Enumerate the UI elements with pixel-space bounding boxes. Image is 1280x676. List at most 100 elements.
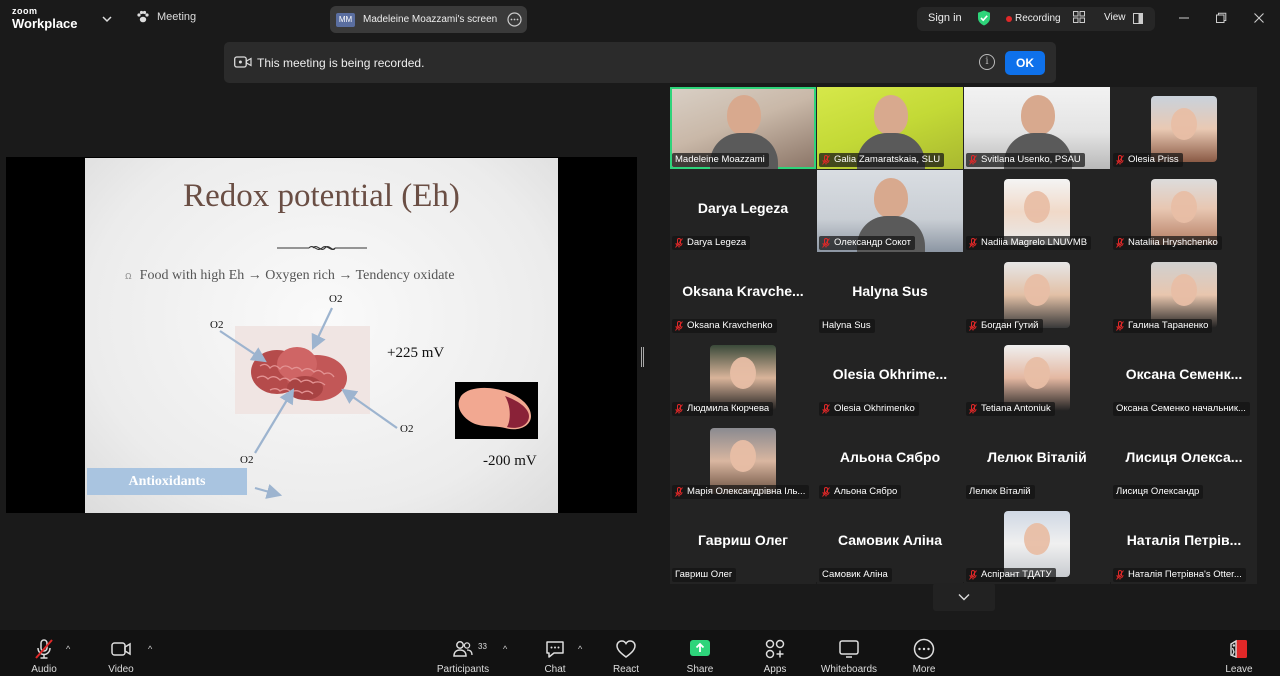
participant-name-label: Darya Legeza: [672, 236, 751, 250]
meeting-menu-button[interactable]: Meeting: [136, 10, 196, 24]
participant-tile[interactable]: Halyna Sus Halyna Sus: [817, 253, 963, 335]
participant-name: Марія Олександрівна Іль...: [687, 486, 806, 497]
mic-muted-icon: [969, 238, 977, 248]
participant-tile[interactable]: Tetiana Antoniuk: [964, 336, 1110, 418]
participant-tile[interactable]: Olesia Priss: [1111, 87, 1257, 169]
participant-tile[interactable]: Галина Тараненко: [1111, 253, 1257, 335]
chevron-down-icon[interactable]: [102, 15, 112, 23]
shield-check-icon[interactable]: [977, 10, 991, 26]
participant-tile[interactable]: Nadiia Magrelo LNUVMB: [964, 170, 1110, 252]
participant-tile[interactable]: Наталія Петрів... Наталія Петрівна's Otte…: [1111, 502, 1257, 584]
leave-button[interactable]: Leave: [1209, 638, 1269, 675]
more-label: More: [912, 664, 936, 675]
participant-tile[interactable]: Гавриш Олег Гавриш Олег: [670, 502, 816, 584]
participant-tile[interactable]: Madeleine Moazzami: [670, 87, 816, 169]
participant-name: Oksana Kravchenko: [687, 320, 773, 331]
participant-tile[interactable]: Оксана Семенк... Оксана Семенко начальник…: [1111, 336, 1257, 418]
participant-tile[interactable]: Oksana Kravche... Oksana Kravchenko: [670, 253, 816, 335]
sign-in-button[interactable]: Sign in: [928, 12, 962, 24]
avatar-face: [730, 357, 756, 389]
whiteboards-button[interactable]: Whiteboards: [815, 638, 883, 675]
participant-name: Гавриш Олег: [675, 569, 733, 580]
participant-name: Nadiia Magrelo LNUVMB: [981, 237, 1088, 248]
participant-name-label: Galia Zamaratskaia, SLU: [819, 153, 945, 167]
participant-tile[interactable]: Людмила Кюрчева: [670, 336, 816, 418]
participant-name-label: Лелюк Віталій: [966, 485, 1035, 499]
participant-name-label: Лисиця Олександр: [1113, 485, 1204, 499]
participants-label: Participants: [436, 664, 490, 675]
participant-display-name: Лелюк Віталій: [987, 449, 1087, 465]
minimize-icon[interactable]: [1178, 12, 1190, 24]
mic-muted-icon: [35, 639, 53, 659]
participants-icon: [453, 641, 473, 657]
avatar-face: [1024, 523, 1050, 555]
participant-name: Богдан Гутий: [981, 320, 1039, 331]
participant-name-label: Madeleine Moazzami: [672, 153, 769, 167]
participant-name-label: Марія Олександрівна Іль...: [672, 485, 810, 499]
participant-name: Nataliia Hryshchenko: [1128, 237, 1218, 248]
mic-muted-icon: [1116, 238, 1124, 248]
more-button[interactable]: More: [894, 638, 954, 675]
heart-icon: [616, 640, 636, 658]
gallery-scroll-down-button[interactable]: [933, 583, 995, 611]
participant-tile[interactable]: Самовик Аліна Самовик Аліна: [817, 502, 963, 584]
close-icon[interactable]: [1253, 12, 1265, 24]
view-button[interactable]: View: [1104, 12, 1126, 23]
participant-tile[interactable]: Марія Олександрівна Іль...: [670, 419, 816, 501]
paw-icon: [137, 10, 149, 23]
leave-door-icon: [1230, 639, 1247, 659]
logo-top: zoom: [12, 6, 38, 16]
participant-tile[interactable]: Nataliia Hryshchenko: [1111, 170, 1257, 252]
whiteboards-label: Whiteboards: [820, 664, 878, 675]
participant-name-label: Оксана Семенко начальник...: [1113, 402, 1250, 416]
participant-name-label: Nadiia Magrelo LNUVMB: [966, 236, 1092, 250]
participant-display-name: Оксана Семенк...: [1125, 366, 1243, 382]
participant-tile[interactable]: Olesia Okhrime... Olesia Okhrimenko: [817, 336, 963, 418]
banner-ok-button[interactable]: OK: [1005, 51, 1045, 75]
participant-tile[interactable]: Лисиця Олекса... Лисиця Олександр: [1111, 419, 1257, 501]
audio-options-caret[interactable]: ^: [66, 644, 70, 654]
participant-name: Olesia Priss: [1128, 154, 1179, 165]
participant-tile[interactable]: Богдан Гутий: [964, 253, 1110, 335]
avatar-face: [1171, 274, 1197, 306]
participant-tile[interactable]: Олександр Сокот: [817, 170, 963, 252]
o2-label-left: O2: [210, 319, 224, 331]
o2-label-top: O2: [329, 293, 343, 305]
react-button[interactable]: React: [596, 638, 656, 675]
participant-tile[interactable]: Альона Сябро Альона Сябро: [817, 419, 963, 501]
grid-icon[interactable]: [1073, 11, 1085, 23]
more-icon[interactable]: [507, 12, 522, 27]
participant-tile[interactable]: Svitlana Usenko, PSAU: [964, 87, 1110, 169]
participant-name: Darya Legeza: [687, 237, 747, 248]
panel-splitter-handle[interactable]: [641, 347, 644, 367]
chat-options-caret[interactable]: ^: [578, 644, 582, 654]
meeting-label: Meeting: [157, 11, 197, 23]
video-button[interactable]: Video: [91, 638, 151, 675]
participant-name: Наталія Петрівна's Otter...: [1128, 569, 1242, 580]
zoom-logo[interactable]: zoom Workplace: [12, 6, 78, 31]
recording-indicator[interactable]: Recording: [1015, 13, 1061, 24]
apps-label: Apps: [763, 664, 787, 675]
apps-button[interactable]: Apps: [745, 638, 805, 675]
participant-display-name: Гавриш Олег: [698, 532, 788, 548]
screen-share-pill[interactable]: MM Madeleine Moazzami's screen: [330, 6, 527, 33]
audio-button[interactable]: Audio: [14, 638, 74, 675]
participant-tile[interactable]: Darya Legeza Darya Legeza: [670, 170, 816, 252]
participants-options-caret[interactable]: ^: [503, 644, 507, 654]
info-icon[interactable]: i: [979, 54, 995, 70]
participant-display-name: Самовик Аліна: [837, 532, 943, 548]
steak-image: [455, 382, 538, 439]
chat-button[interactable]: Chat: [525, 638, 585, 675]
participant-tile[interactable]: Лелюк Віталій Лелюк Віталій: [964, 419, 1110, 501]
view-icon[interactable]: [1133, 13, 1143, 24]
share-button[interactable]: Share: [670, 638, 730, 675]
participant-name-label: Гавриш Олег: [672, 568, 737, 582]
participant-tile[interactable]: Аспірант ТДАТУ: [964, 502, 1110, 584]
participant-display-name: Halyna Sus: [852, 283, 928, 299]
video-options-caret[interactable]: ^: [148, 644, 152, 654]
participant-tile[interactable]: Galia Zamaratskaia, SLU: [817, 87, 963, 169]
participant-name-label: Oksana Kravchenko: [672, 319, 777, 333]
maximize-icon[interactable]: [1215, 12, 1227, 24]
participant-video-figure: [874, 178, 908, 218]
mic-muted-icon: [675, 404, 683, 414]
